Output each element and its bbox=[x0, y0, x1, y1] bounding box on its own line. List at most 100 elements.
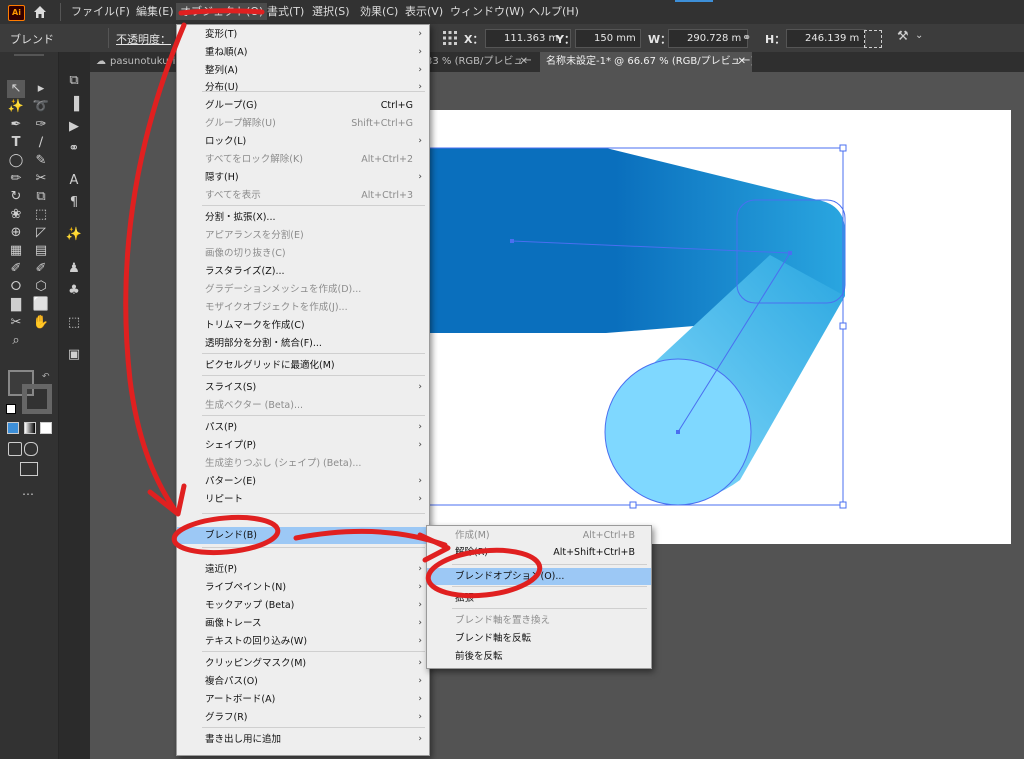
blend-submenu-item[interactable]: ブレンド軸を置き換え bbox=[427, 612, 651, 629]
blend-submenu-item[interactable]: 前後を反転 bbox=[427, 648, 651, 665]
object-menu-item[interactable]: 分割・拡張(X)... bbox=[177, 209, 429, 226]
blend-submenu-item[interactable]: 拡張 bbox=[427, 590, 651, 607]
object-menu-item[interactable]: 変形(T) › bbox=[177, 26, 429, 43]
object-menu-item[interactable]: 重ね順(A) › bbox=[177, 44, 429, 61]
blend-submenu-item[interactable]: ブレンド軸を反転 bbox=[427, 630, 651, 647]
blend-submenu-item[interactable]: 作成(M) Alt+Ctrl+B bbox=[427, 527, 651, 544]
menu-separator bbox=[202, 353, 425, 354]
object-menu-item[interactable]: 画像トレース › bbox=[177, 615, 429, 632]
object-menu-item[interactable]: アピアランスを分割(E) bbox=[177, 227, 429, 244]
selection-handle bbox=[839, 144, 847, 152]
chevron-right-icon: › bbox=[418, 476, 422, 486]
anchor-point bbox=[510, 239, 514, 243]
chevron-right-icon: › bbox=[418, 712, 422, 722]
menu-item-label: 複合パス(O) bbox=[205, 676, 258, 687]
anchor-point bbox=[676, 430, 680, 434]
object-menu-item[interactable]: 書き出し用に追加 › bbox=[177, 731, 429, 748]
selection-handle bbox=[839, 501, 847, 509]
object-menu-item[interactable]: ロック(L) › bbox=[177, 133, 429, 150]
object-menu-item[interactable]: 透明部分を分割・統合(F)... bbox=[177, 335, 429, 352]
object-menu-item[interactable]: パス(P) › bbox=[177, 419, 429, 436]
menu-item-label: モックアップ (Beta) bbox=[205, 600, 295, 611]
menu-item-label: 解除(R) bbox=[455, 547, 489, 558]
chevron-right-icon: › bbox=[418, 530, 422, 540]
menu-item-label: 透明部分を分割・統合(F)... bbox=[205, 338, 322, 349]
object-menu-item[interactable]: 隠す(H) › bbox=[177, 169, 429, 186]
object-menu-item[interactable]: すべてをロック解除(K) Alt+Ctrl+2 bbox=[177, 151, 429, 168]
menu-item-label: 生成塗りつぶし (シェイプ) (Beta)... bbox=[205, 458, 362, 469]
object-menu-item[interactable]: グループ解除(U) Shift+Ctrl+G bbox=[177, 115, 429, 132]
object-menu-item[interactable]: トリムマークを作成(C) bbox=[177, 317, 429, 334]
menu-separator bbox=[202, 651, 425, 652]
object-menu-item[interactable]: 生成ベクター (Beta)... bbox=[177, 397, 429, 414]
object-menu-item[interactable]: ピクセルグリッドに最適化(M) bbox=[177, 357, 429, 374]
chevron-right-icon: › bbox=[418, 440, 422, 450]
menu-item-label: 拡張 bbox=[455, 593, 475, 604]
object-menu-item[interactable]: ライブペイント(N) › bbox=[177, 579, 429, 596]
menu-item-label: すべてを表示 bbox=[205, 190, 261, 201]
menu-item-shortcut: Alt+Ctrl+2 bbox=[361, 154, 413, 165]
menu-item-shortcut: Alt+Shift+Ctrl+B bbox=[553, 547, 635, 558]
object-menu-item[interactable]: グラフ(R) › bbox=[177, 709, 429, 726]
chevron-right-icon: › bbox=[418, 382, 422, 392]
chevron-right-icon: › bbox=[418, 29, 422, 39]
menu-item-label: シェイプ(P) bbox=[205, 440, 257, 451]
object-menu-item[interactable]: テキストの回り込み(W) › bbox=[177, 633, 429, 650]
object-menu-item[interactable]: 複合パス(O) › bbox=[177, 673, 429, 690]
chevron-right-icon: › bbox=[418, 636, 422, 646]
blend-submenu-item[interactable]: 解除(R) Alt+Shift+Ctrl+B bbox=[427, 544, 651, 561]
object-menu-item[interactable]: スライス(S) › bbox=[177, 379, 429, 396]
menu-item-label: ライブペイント(N) bbox=[205, 582, 287, 593]
object-menu-item[interactable]: 分布(U) › bbox=[177, 79, 429, 96]
menu-separator bbox=[452, 564, 647, 565]
menu-item-label: 前後を反転 bbox=[455, 651, 503, 662]
object-menu-item[interactable]: 生成塗りつぶし (シェイプ) (Beta)... bbox=[177, 455, 429, 472]
menu-item-label: 画像の切り抜き(C) bbox=[205, 248, 286, 259]
menu-separator bbox=[202, 547, 425, 548]
menu-item-label: 画像トレース bbox=[205, 618, 262, 629]
object-menu-item[interactable]: 画像の切り抜き(C) bbox=[177, 245, 429, 262]
menu-item-label: 書き出し用に追加 bbox=[205, 734, 282, 745]
chevron-right-icon: › bbox=[418, 676, 422, 686]
menu-item-label: 生成ベクター (Beta)... bbox=[205, 400, 304, 411]
menu-item-label: グループ(G) bbox=[205, 100, 258, 111]
menu-item-shortcut: Shift+Ctrl+G bbox=[351, 118, 413, 129]
object-menu-item[interactable]: ブレンド(B) › bbox=[177, 527, 429, 544]
object-menu-item[interactable]: シェイプ(P) › bbox=[177, 437, 429, 454]
object-menu: 変形(T) › 重ね順(A) › 整列(A) › 分布(U) › グループ(G) Ctrl+G グル… bbox=[176, 24, 430, 756]
object-menu-item[interactable]: グループ(G) Ctrl+G bbox=[177, 97, 429, 114]
menu-item-label: 分割・拡張(X)... bbox=[205, 212, 276, 223]
menu-item-label: 重ね順(A) bbox=[205, 47, 248, 58]
menu-item-label: ブレンドオプション(O)... bbox=[455, 571, 565, 582]
object-menu-item[interactable]: 遠近(P) › bbox=[177, 561, 429, 578]
chevron-right-icon: › bbox=[418, 734, 422, 744]
object-menu-item[interactable]: ラスタライズ(Z)... bbox=[177, 263, 429, 280]
object-menu-item[interactable]: パターン(E) › bbox=[177, 473, 429, 490]
object-menu-item[interactable]: リピート › bbox=[177, 491, 429, 508]
menu-item-shortcut: Alt+Ctrl+B bbox=[582, 530, 635, 541]
menu-item-label: 隠す(H) bbox=[205, 172, 239, 183]
menu-item-label: アートボード(A) bbox=[205, 694, 276, 705]
object-menu-item[interactable]: モザイクオブジェクトを作成(J)... bbox=[177, 299, 429, 316]
menu-item-label: グラフ(R) bbox=[205, 712, 248, 723]
menu-item-label: アピアランスを分割(E) bbox=[205, 230, 304, 241]
object-menu-item[interactable]: グラデーションメッシュを作成(D)... bbox=[177, 281, 429, 298]
anchor-point bbox=[788, 251, 792, 255]
menu-separator bbox=[452, 608, 647, 609]
menu-item-label: モザイクオブジェクトを作成(J)... bbox=[205, 302, 348, 313]
object-menu-item[interactable]: モックアップ (Beta) › bbox=[177, 597, 429, 614]
object-menu-item[interactable]: 整列(A) › bbox=[177, 62, 429, 79]
object-menu-item[interactable]: すべてを表示 Alt+Ctrl+3 bbox=[177, 187, 429, 204]
selection-handle bbox=[629, 501, 637, 509]
object-menu-item[interactable]: アートボード(A) › bbox=[177, 691, 429, 708]
menu-item-label: 分布(U) bbox=[205, 82, 239, 93]
chevron-right-icon: › bbox=[418, 422, 422, 432]
menu-item-label: すべてをロック解除(K) bbox=[205, 154, 303, 165]
selection-handle bbox=[839, 322, 847, 330]
chevron-right-icon: › bbox=[418, 65, 422, 75]
menu-item-label: 遠近(P) bbox=[205, 564, 238, 575]
chevron-right-icon: › bbox=[418, 582, 422, 592]
blend-submenu-item[interactable]: ブレンドオプション(O)... bbox=[427, 568, 651, 585]
menu-item-label: グラデーションメッシュを作成(D)... bbox=[205, 284, 362, 295]
object-menu-item[interactable]: クリッピングマスク(M) › bbox=[177, 655, 429, 672]
